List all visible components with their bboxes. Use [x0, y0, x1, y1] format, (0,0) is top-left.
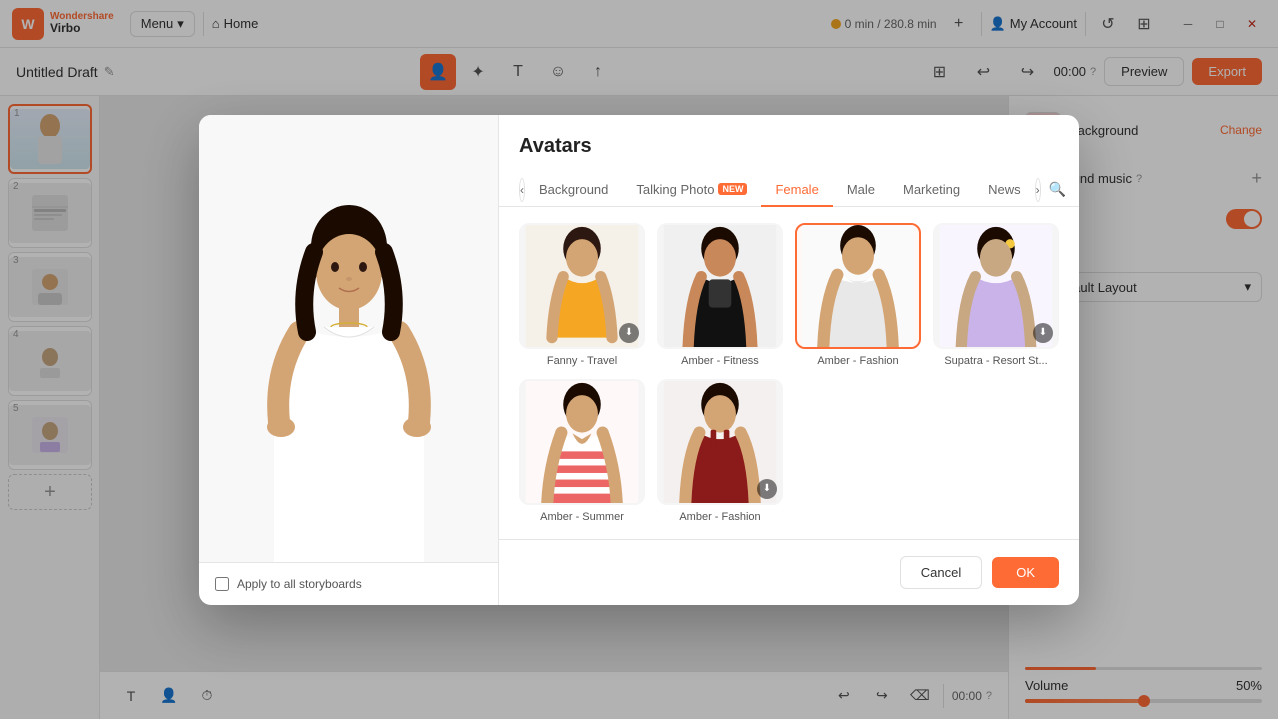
avatar-grid: ⬇ Fanny - Travel	[499, 207, 1079, 539]
tab-background[interactable]: Background	[525, 174, 622, 207]
cancel-button[interactable]: Cancel	[900, 556, 982, 589]
modal-content: Avatars ‹ Background Talking Photo NEW F…	[499, 115, 1079, 605]
avatar-card-empty-2	[933, 379, 1059, 523]
selected-avatar-preview	[219, 192, 479, 562]
apply-all-checkbox[interactable]	[215, 577, 229, 591]
avatar-img-amber-summer[interactable]	[519, 379, 645, 505]
avatar-img-fanny-travel[interactable]: ⬇	[519, 223, 645, 349]
modal-footer-left: Apply to all storyboards	[199, 562, 498, 605]
modal-preview-panel: Apply to all storyboards	[199, 115, 499, 605]
avatar-card-amber-fashion-2[interactable]: ⬇ Amber - Fashion	[657, 379, 783, 523]
search-tab-icon[interactable]: 🔍	[1049, 178, 1066, 202]
avatar-modal: Apply to all storyboards Avatars ‹ Backg…	[199, 115, 1079, 605]
avatar-img-supatra[interactable]: ⬇	[933, 223, 1059, 349]
avatar-name-amber-summer: Amber - Summer	[540, 511, 624, 523]
avatar-card-fanny-travel[interactable]: ⬇ Fanny - Travel	[519, 223, 645, 367]
avatar-img-amber-fashion-1[interactable]	[795, 223, 921, 349]
avatar-preview-area	[199, 115, 498, 562]
avatar-name-fanny-travel: Fanny - Travel	[547, 355, 617, 367]
download-icon: ⬇	[1033, 323, 1053, 343]
modal-overlay[interactable]: Apply to all storyboards Avatars ‹ Backg…	[0, 0, 1278, 719]
avatar-img-amber-fitness[interactable]	[657, 223, 783, 349]
avatar-card-amber-fashion-1[interactable]: Amber - Fashion	[795, 223, 921, 367]
tab-marketing[interactable]: Marketing	[889, 174, 974, 207]
avatar-img-amber-fashion-2[interactable]: ⬇	[657, 379, 783, 505]
modal-header: Avatars	[499, 115, 1079, 174]
tab-talking-photo[interactable]: Talking Photo NEW	[622, 174, 761, 207]
avatar-name-supatra: Supatra - Resort St...	[944, 355, 1047, 367]
download-icon: ⬇	[757, 479, 777, 499]
tab-news[interactable]: News	[974, 174, 1035, 207]
apply-all-label: Apply to all storyboards	[237, 577, 362, 591]
avatar-name-amber-fashion-2: Amber - Fashion	[679, 511, 760, 523]
download-icon: ⬇	[619, 323, 639, 343]
avatar-card-amber-fitness[interactable]: Amber - Fitness	[657, 223, 783, 367]
tab-next-button[interactable]: ›	[1035, 178, 1041, 202]
avatar-card-empty-1	[795, 379, 921, 523]
avatar-name-amber-fashion-1: Amber - Fashion	[817, 355, 898, 367]
avatar-card-amber-summer[interactable]: Amber - Summer	[519, 379, 645, 523]
modal-actions: Cancel OK	[499, 539, 1079, 605]
modal-title: Avatars	[519, 135, 1059, 158]
avatar-tabs: ‹ Background Talking Photo NEW Female Ma…	[499, 174, 1079, 207]
tab-male[interactable]: Male	[833, 174, 889, 207]
tab-female[interactable]: Female	[761, 174, 832, 207]
avatar-name-amber-fitness: Amber - Fitness	[681, 355, 759, 367]
ok-button[interactable]: OK	[992, 557, 1059, 588]
avatar-card-supatra[interactable]: ⬇ Supatra - Resort St...	[933, 223, 1059, 367]
